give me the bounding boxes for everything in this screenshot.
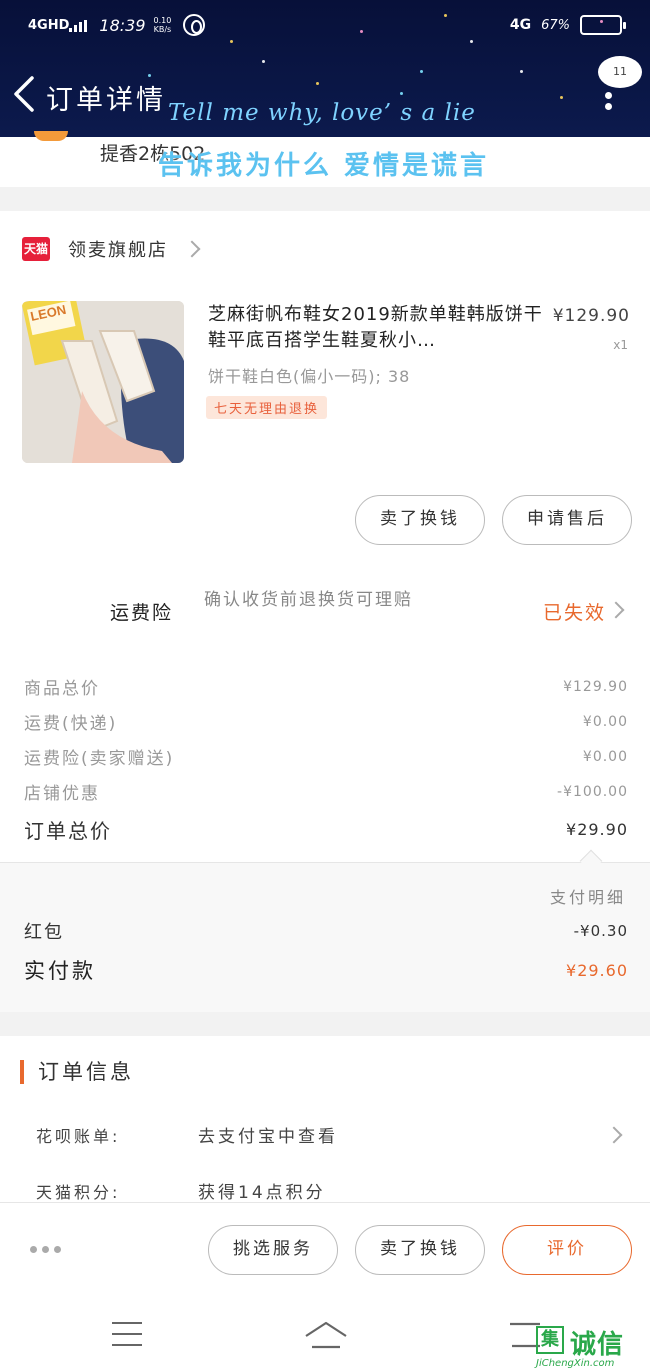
resell-button[interactable]: 卖了换钱 [355,495,485,545]
more-menu-button[interactable]: 11 [598,56,642,88]
more-actions-icon[interactable] [30,1246,61,1253]
fee-row: 运费(快递) ¥0.00 [24,709,628,735]
battery-icon [580,15,626,35]
red-packet-value: -¥0.30 [573,922,628,940]
store-name: 领麦旗舰店 [68,240,168,261]
page-title: 订单详情 [46,85,166,116]
theme-lyric-chinese: 告诉我为什么 爱情是谎言 [158,151,490,181]
fee-row: 运费险(卖家赠送) ¥0.00 [24,744,628,770]
chevron-right-icon [183,240,201,258]
fee-label: 运费(快递) [24,714,118,734]
star-decoration [520,70,523,73]
select-service-button[interactable]: 挑选服务 [208,1225,338,1275]
star-decoration [560,96,563,99]
info-row-points: 天猫积分: 获得14点积分 [36,1178,626,1204]
paid-row: 实付款 ¥29.60 [24,955,628,985]
paid-label: 实付款 [24,959,96,983]
insurance-status: 已失效 [542,602,606,624]
watermark-brand: 诚信 [570,1330,625,1360]
theme-header: 4GHD 18:39 0.10 KB/s 4G 67% 订单详情 Tell me… [0,0,650,137]
product-price: ¥129.90 [552,306,630,326]
fee-value: ¥0.00 [582,713,628,730]
chevron-right-icon [605,1126,623,1143]
resell-button-bottom[interactable]: 卖了换钱 [355,1225,485,1275]
watermark-mark: 集 [536,1326,564,1354]
product-title[interactable]: 芝麻街帆布鞋女2019新款单鞋韩版饼干鞋平底百搭学生鞋夏秋小… [208,302,554,354]
star-decoration [262,60,265,63]
red-packet-label: 红包 [24,922,64,943]
fee-value: ¥129.90 [563,678,628,695]
star-decoration [148,74,151,77]
return-policy-badge: 七天无理由退换 [206,396,328,419]
insurance-label: 运费险 [110,602,174,624]
insurance-description: 确认收货前退换货可理赔 [204,590,413,610]
order-total-label: 订单总价 [24,819,112,843]
network-speed: 0.10 KB/s [154,16,172,34]
info-value: 去支付宝中查看 [198,1127,338,1147]
after-sale-button[interactable]: 申请售后 [502,495,632,545]
star-decoration [316,82,319,85]
fee-label: 运费险(卖家赠送) [24,749,175,769]
battery-percent: 67% [541,17,570,33]
back-arrow-icon[interactable] [10,74,40,114]
signal-icon [69,20,88,32]
status-bar: 4GHD 18:39 0.10 KB/s 4G 67% [28,8,626,42]
music-app-icon [183,14,206,36]
site-watermark: 集 诚信 JiChengXin.com [536,1322,646,1370]
network-type: 4G [509,17,532,33]
paid-value: ¥29.60 [566,960,628,980]
tmall-badge: 天猫 [22,237,50,261]
info-value: 获得14点积分 [198,1183,326,1203]
home-icon[interactable] [304,1320,348,1350]
fee-row: 商品总价 ¥129.90 [24,674,628,700]
fee-value: -¥100.00 [557,783,628,800]
product-photo-illustration: LEON [22,301,184,463]
star-decoration [420,70,423,73]
fee-label: 商品总价 [24,679,100,699]
fee-label: 店铺优惠 [24,784,100,804]
payment-detail-link[interactable]: 支付明细 [550,884,626,908]
menu-icon[interactable] [112,1322,142,1355]
product-sku: 饼干鞋白色(偏小一码); 38 [208,367,411,386]
store-link[interactable]: 天猫 领麦旗舰店 [22,236,201,262]
fee-value: ¥0.00 [582,748,628,765]
info-key: 天猫积分: [36,1182,121,1202]
info-row-huabei[interactable]: 花呗账单: 去支付宝中查看 [36,1122,626,1147]
signal-label: 4GHD [28,17,70,33]
clock: 18:39 [99,15,146,35]
location-icon [34,131,68,141]
product-image[interactable]: LEON [22,301,184,463]
more-dots-icon[interactable] [605,92,612,110]
theme-lyric-english: Tell me why, love’ s a lie [168,100,476,126]
product-quantity: x1 [613,338,628,352]
info-key: 花呗账单: [36,1126,121,1146]
order-total-value: ¥29.90 [566,820,628,839]
star-decoration [400,92,403,95]
speed-value: 0.10 [153,16,172,25]
watermark-url: JiChengXin.com [536,1358,615,1369]
order-total-row: 订单总价 ¥29.90 [24,815,628,844]
order-info-title: 订单信息 [20,1060,134,1084]
speed-unit: KB/s [153,25,172,34]
review-button[interactable]: 评价 [502,1225,632,1275]
red-packet-row: 红包 -¥0.30 [24,918,628,944]
fee-row: 店铺优惠 -¥100.00 [24,779,628,805]
